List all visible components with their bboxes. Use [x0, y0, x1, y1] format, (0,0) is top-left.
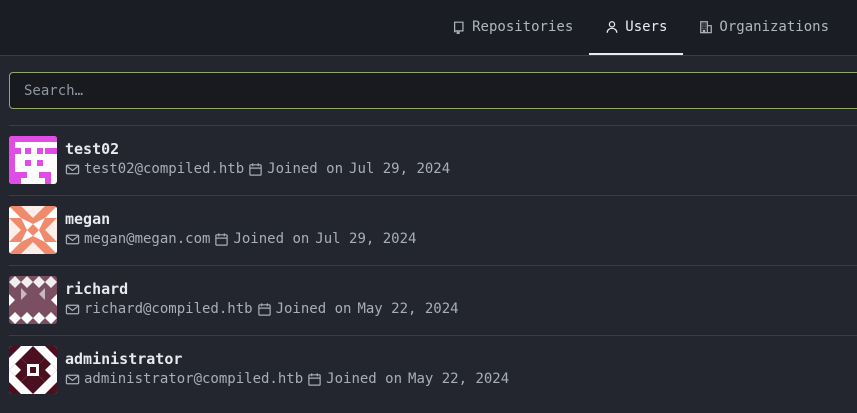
top-navigation-bar: Repositories Users Organizations	[0, 0, 857, 56]
tab-label: Repositories	[472, 18, 574, 35]
tab-label: Users	[625, 18, 668, 35]
search-input[interactable]	[10, 73, 857, 108]
username-link[interactable]: megan	[65, 210, 110, 228]
mail-icon	[65, 374, 80, 384]
tab-users[interactable]: Users	[589, 0, 684, 55]
organization-icon	[700, 20, 713, 33]
avatar[interactable]	[9, 276, 57, 324]
user-email[interactable]: administrator@compiled.htb	[84, 371, 303, 387]
user-row: megan megan@megan.com Joined on Jul 29, …	[9, 196, 857, 266]
joined-label: Joined on	[326, 371, 403, 387]
tab-organizations[interactable]: Organizations	[683, 0, 845, 55]
user-meta: administrator@compiled.htb Joined on May…	[65, 371, 509, 387]
explore-tabs: Repositories Users Organizations	[436, 0, 845, 55]
user-list: test02 test02@compiled.htb Joined on Jul…	[9, 126, 857, 405]
mail-icon	[65, 234, 80, 244]
mail-icon	[65, 304, 80, 314]
user-row: administrator administrator@compiled.htb…	[9, 336, 857, 405]
joined-date: Jul 29, 2024	[349, 161, 451, 177]
joined-date: May 22, 2024	[408, 371, 510, 387]
avatar[interactable]	[9, 206, 57, 254]
avatar[interactable]	[9, 136, 57, 184]
username-link[interactable]: richard	[65, 280, 128, 298]
user-meta: test02@compiled.htb Joined on Jul 29, 20…	[65, 161, 450, 177]
calendar-icon	[249, 162, 262, 176]
mail-icon	[65, 164, 80, 174]
joined-label: Joined on	[267, 161, 344, 177]
calendar-icon	[257, 302, 271, 316]
joined-label: Joined on	[233, 231, 310, 247]
user-email[interactable]: test02@compiled.htb	[84, 161, 244, 177]
joined-date: May 22, 2024	[357, 301, 459, 317]
identicon-avatar	[9, 346, 57, 394]
tab-label: Organizations	[719, 18, 829, 35]
user-meta: megan@megan.com Joined on Jul 29, 2024	[65, 231, 416, 247]
user-email[interactable]: richard@compiled.htb	[84, 301, 253, 317]
identicon-avatar	[9, 206, 57, 254]
username-link[interactable]: administrator	[65, 350, 182, 368]
identicon-avatar	[9, 276, 57, 324]
identicon-avatar	[9, 136, 57, 184]
user-meta: richard@compiled.htb Joined on May 22, 2…	[65, 301, 459, 317]
user-icon	[606, 20, 618, 33]
calendar-icon	[308, 372, 321, 386]
repo-icon	[454, 21, 464, 34]
tab-repositories[interactable]: Repositories	[436, 0, 589, 55]
username-link[interactable]: test02	[65, 140, 119, 158]
user-email[interactable]: megan@megan.com	[84, 231, 210, 247]
user-row: richard richard@compiled.htb Joined on M…	[9, 266, 857, 336]
calendar-icon	[215, 232, 229, 246]
avatar[interactable]	[9, 346, 57, 394]
joined-label: Joined on	[275, 301, 352, 317]
user-row: test02 test02@compiled.htb Joined on Jul…	[9, 126, 857, 196]
joined-date: Jul 29, 2024	[315, 231, 417, 247]
search-box	[9, 72, 857, 109]
